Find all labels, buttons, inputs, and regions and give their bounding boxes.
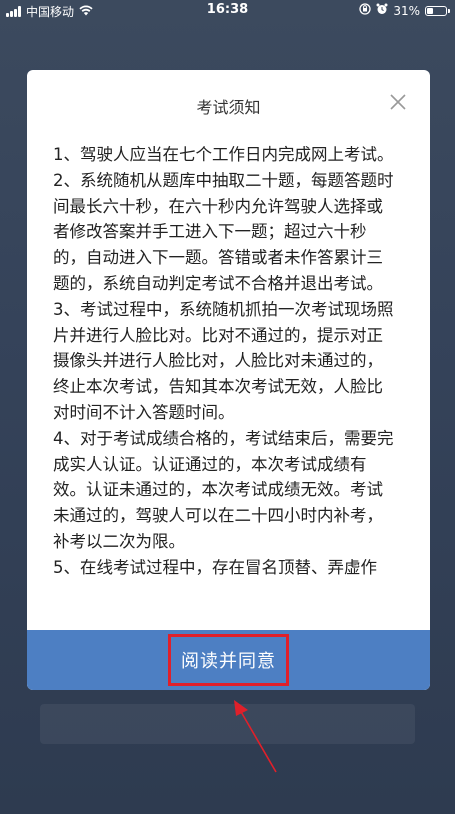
read-and-agree-button[interactable]: 阅读并同意 xyxy=(168,634,289,686)
annotation-arrow-icon xyxy=(234,700,277,773)
dialog-footer: 阅读并同意 xyxy=(27,630,430,690)
notice-paragraph-4: 4、对于考试成绩合格的，考试结束后，需要完成实人认证。认证通过的，本次考试成绩有… xyxy=(53,428,394,551)
notice-paragraph-2: 2、系统随机从题库中抽取二十题，每题答题时间最长六十秒，在六十秒内允许驾驶人选择… xyxy=(53,170,394,293)
close-button[interactable] xyxy=(384,88,412,116)
notice-paragraph-3: 3、考试过程中，系统随机抓拍一次考试现场照片并进行人脸比对。比对不通过的，提示对… xyxy=(53,299,394,422)
status-right: 31% xyxy=(359,3,450,18)
dialog-title: 考试须知 xyxy=(196,98,261,117)
exam-notice-dialog: 考试须知 1、驾驶人应当在七个工作日内完成网上考试。 2、系统随机从题库中抽取二… xyxy=(27,70,430,690)
notice-paragraph-1: 1、驾驶人应当在七个工作日内完成网上考试。 xyxy=(53,145,394,164)
lock-rotation-icon xyxy=(359,3,371,18)
alarm-icon xyxy=(376,3,388,18)
notice-text-area[interactable]: 1、驾驶人应当在七个工作日内完成网上考试。 2、系统随机从题库中抽取二十题，每题… xyxy=(47,142,410,626)
battery-icon xyxy=(425,5,450,16)
notice-paragraph-5: 5、在线考试过程中，存在冒名顶替、弄虚作 xyxy=(53,557,377,577)
battery-percent: 31% xyxy=(393,3,420,18)
close-icon xyxy=(390,94,406,110)
status-bar: 中国移动 16:38 31% xyxy=(0,0,455,22)
